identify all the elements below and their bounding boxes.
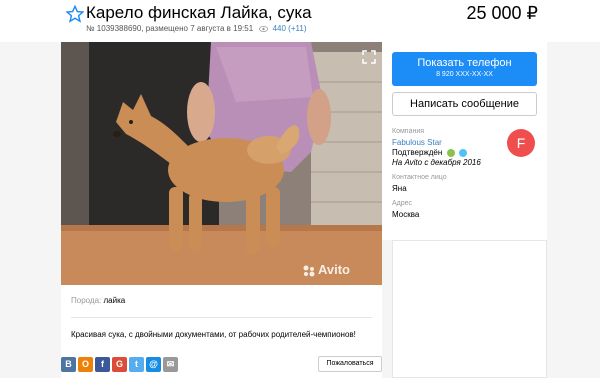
- breed-row: Порода: лайка: [71, 296, 125, 305]
- verified-row: Подтверждён: [392, 148, 467, 157]
- verified-text: Подтверждён: [392, 148, 443, 157]
- share-twitter-button[interactable]: t: [129, 357, 144, 372]
- address-label: Адрес: [392, 200, 413, 207]
- watermark-text: Avito: [317, 262, 350, 277]
- share-buttons: В Оf Gt @ ✉: [61, 357, 178, 372]
- listing-meta: № 1039388690, размещено 7 августа в 19:5…: [86, 24, 306, 33]
- share-ok-button[interactable]: О: [78, 357, 93, 372]
- company-label: Компания: [392, 128, 425, 135]
- contact-person-label: Контактное лицо: [392, 174, 447, 181]
- company-name-link[interactable]: Fabulous Star: [392, 138, 442, 147]
- verified-check-icon: [446, 148, 455, 157]
- masked-phone: 8 920 XXX-XX-XX: [436, 71, 493, 78]
- show-phone-button[interactable]: Показать телефон 8 920 XXX-XX-XX: [392, 52, 537, 86]
- listing-number-date: № 1039388690, размещено 7 августа в 19:5…: [86, 24, 254, 33]
- share-mailru-button[interactable]: @: [146, 357, 161, 372]
- expand-icon[interactable]: [362, 50, 376, 64]
- view-count: 440 (+11): [272, 24, 307, 33]
- avito-watermark: Avito: [302, 262, 350, 277]
- seller-avatar[interactable]: F: [507, 129, 535, 157]
- contact-panel: Показать телефон 8 920 XXX-XX-XX Написат…: [382, 42, 547, 240]
- breed-value: лайка: [103, 296, 126, 305]
- show-phone-label: Показать телефон: [417, 57, 512, 69]
- dog-photo: [61, 42, 382, 285]
- complain-button[interactable]: Пожаловаться: [318, 356, 382, 372]
- verified-info-icon: [458, 148, 467, 157]
- listing-title: Карело финская Лайка, сука: [86, 3, 312, 22]
- share-vk-button[interactable]: В: [61, 357, 76, 372]
- listing-description: Красивая сука, с двойными документами, о…: [71, 330, 356, 339]
- write-message-button[interactable]: Написать сообщение: [392, 92, 537, 116]
- eye-icon: [259, 25, 269, 32]
- address-value: Москва: [392, 210, 420, 219]
- listing-photo[interactable]: Avito: [61, 42, 382, 285]
- breed-label: Порода:: [71, 296, 102, 305]
- divider: [71, 317, 372, 318]
- share-email-button[interactable]: ✉: [163, 357, 178, 372]
- listing-price: 25 000 ₽: [466, 3, 538, 23]
- contact-person-name: Яна: [392, 184, 407, 193]
- share-google-button[interactable]: G: [112, 357, 127, 372]
- listing-header: Карело финская Лайка, сука 25 000 ₽ № 10…: [0, 0, 600, 42]
- ad-banner-placeholder: [392, 240, 547, 378]
- listing-details: Порода: лайка Красивая сука, с двойными …: [61, 285, 382, 378]
- avito-logo-icon: [303, 265, 315, 277]
- share-facebook-button[interactable]: f: [95, 357, 110, 372]
- member-since: На Avito с декабря 2016: [392, 158, 481, 167]
- favorite-star-icon[interactable]: [66, 5, 84, 23]
